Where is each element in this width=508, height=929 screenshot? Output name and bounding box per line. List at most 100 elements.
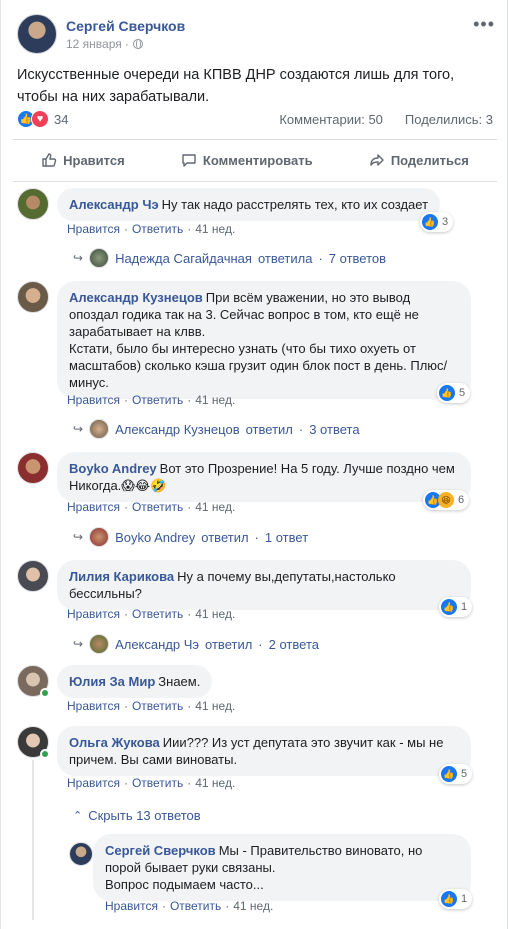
comment-button[interactable]: Комментировать xyxy=(181,152,313,168)
comment-time[interactable]: 41 нед. xyxy=(195,607,235,621)
comment-bubble: Boyko Andrey Вот это Прозрение! На 5 году… xyxy=(57,452,471,502)
comment-time[interactable]: 41 нед. xyxy=(195,393,235,407)
reply-text-continued: Вопрос подымаем часто... xyxy=(105,877,264,892)
divider-bottom xyxy=(13,181,497,182)
comment-like-link[interactable]: Нравится xyxy=(67,500,120,514)
author-block: Сергей Сверчков 12 января · xyxy=(66,18,185,51)
comment-actions: Нравится · Ответить · 41 нед. xyxy=(67,607,235,621)
comment-like-link[interactable]: Нравится xyxy=(67,222,120,236)
comment-author[interactable]: Александр Чэ xyxy=(69,197,159,212)
view-replies-link[interactable]: ↪ Александр Чэ ответил · 2 ответа xyxy=(73,634,319,654)
post-header: Сергей Сверчков 12 января · xyxy=(17,12,185,56)
reply-count: 2 ответа xyxy=(268,636,319,652)
comment-actions: Нравится · Ответить · 41 нед. xyxy=(67,500,235,514)
comment-avatar[interactable] xyxy=(17,452,49,484)
separator: · xyxy=(187,699,192,713)
comment-icon xyxy=(182,154,196,167)
like-reaction-icon: 👍 xyxy=(439,385,455,401)
post-date[interactable]: 12 января xyxy=(66,37,122,51)
reply-time[interactable]: 41 нед. xyxy=(233,899,273,913)
like-button-label: Нравится xyxy=(63,152,125,168)
comment-text: Знаем. xyxy=(158,674,201,689)
hide-replies-label: Скрыть 13 ответов xyxy=(88,808,201,823)
comment-reactions[interactable]: 👍 5 xyxy=(439,764,473,784)
comment-author[interactable]: Александр Кузнецов xyxy=(69,290,203,305)
reply-arrow-icon: ↪ xyxy=(73,637,84,651)
post-card: Сергей Сверчков 12 января · ••• Искусств… xyxy=(0,0,508,929)
comment-reactions[interactable]: 👍 3 xyxy=(420,212,454,232)
comment-avatar[interactable] xyxy=(17,560,49,592)
comment-author[interactable]: Юлия За Мир xyxy=(69,674,155,689)
comment-reactions[interactable]: 👍 5 xyxy=(437,383,471,403)
comment-reaction-count: 3 xyxy=(442,216,449,228)
reaction-count[interactable]: 34 xyxy=(54,112,68,127)
separator: · xyxy=(187,607,192,621)
separator: · xyxy=(187,222,192,236)
comment-reply-link[interactable]: Ответить xyxy=(132,500,183,514)
love-reaction-icon[interactable]: ♥ xyxy=(31,110,49,128)
comment-actions: Нравится · Ответить · 41 нед. xyxy=(67,393,235,407)
reply-like-link[interactable]: Нравится xyxy=(105,899,158,913)
reply-reply-link[interactable]: Ответить xyxy=(170,899,221,913)
view-replies-link[interactable]: ↪ Надежда Сагайдачная ответила · 7 ответ… xyxy=(73,248,386,268)
comment-reply-link[interactable]: Ответить xyxy=(132,699,183,713)
reply-avatar xyxy=(89,248,110,268)
reply-reactions[interactable]: 👍 1 xyxy=(439,889,473,909)
comment-avatar[interactable] xyxy=(17,281,49,313)
comment-author[interactable]: Boyko Andrey xyxy=(69,461,157,476)
reply-avatar xyxy=(89,419,110,439)
more-options-icon[interactable]: ••• xyxy=(473,14,495,35)
reply-author-avatar[interactable] xyxy=(69,842,93,866)
reply-count: 7 ответов xyxy=(328,250,387,266)
comment-reactions[interactable]: 👍 😆 6 xyxy=(423,490,470,510)
reply-author[interactable]: Сергей Сверчков xyxy=(105,843,216,858)
online-status-dot xyxy=(40,749,50,759)
separator: · xyxy=(123,500,128,514)
hide-replies-link[interactable]: ⌃ Скрыть 13 ответов xyxy=(73,808,201,823)
separator: · xyxy=(318,250,323,266)
reply-reaction-count: 1 xyxy=(461,893,468,905)
author-avatar[interactable] xyxy=(17,14,57,54)
reply-author: Александр Чэ xyxy=(115,636,200,652)
comment-time[interactable]: 41 нед. xyxy=(195,699,235,713)
comment-reply-link[interactable]: Ответить xyxy=(132,393,183,407)
comment-author[interactable]: Ольга Жукова xyxy=(69,735,160,750)
thread-line xyxy=(32,760,34,920)
shares-count[interactable]: Поделились: 3 xyxy=(405,112,493,127)
post-text: Искусственные очереди на КПВВ ДНР создаю… xyxy=(17,67,455,105)
reply-arrow-icon: ↪ xyxy=(73,251,84,265)
comment-like-link[interactable]: Нравится xyxy=(67,393,120,407)
meta-separator: · xyxy=(124,36,129,51)
comment-time[interactable]: 41 нед. xyxy=(195,222,235,236)
online-status-dot xyxy=(40,688,50,698)
comment-author[interactable]: Лилия Карикова xyxy=(69,569,174,584)
comment-avatar[interactable] xyxy=(17,188,49,220)
comment-reply-link[interactable]: Ответить xyxy=(132,776,183,790)
comment-reaction-count: 1 xyxy=(461,601,468,613)
separator: · xyxy=(123,699,128,713)
comment-like-link[interactable]: Нравится xyxy=(67,607,120,621)
comment-reactions[interactable]: 👍 1 xyxy=(439,597,473,617)
comment-reaction-count: 5 xyxy=(459,387,466,399)
comment-reply-link[interactable]: Ответить xyxy=(132,607,183,621)
reply-arrow-icon: ↪ xyxy=(73,530,84,544)
view-replies-link[interactable]: ↪ Boyko Andrey ответил · 1 ответ xyxy=(73,527,308,547)
reply-verb: ответила xyxy=(257,250,313,266)
like-button[interactable]: Нравится xyxy=(41,152,125,168)
like-reaction-icon: 👍 xyxy=(441,599,457,615)
comment-actions: Нравится · Ответить · 41 нед. xyxy=(67,776,235,790)
view-replies-link[interactable]: ↪ Александр Кузнецов ответил · 3 ответа xyxy=(73,419,360,439)
comment-like-link[interactable]: Нравится xyxy=(67,776,120,790)
author-name[interactable]: Сергей Сверчков xyxy=(66,18,185,34)
reply-actions: Нравится · Ответить · 41 нед. xyxy=(105,899,273,913)
share-button[interactable]: Поделиться xyxy=(369,152,469,168)
reply-avatar xyxy=(89,634,110,654)
separator: · xyxy=(123,776,128,790)
comment-time[interactable]: 41 нед. xyxy=(195,776,235,790)
comment-time[interactable]: 41 нед. xyxy=(195,500,235,514)
comments-count[interactable]: Комментарии: 50 xyxy=(279,112,383,127)
comment-reply-link[interactable]: Ответить xyxy=(132,222,183,236)
reply-verb: ответил xyxy=(205,636,253,652)
comment-like-link[interactable]: Нравится xyxy=(67,699,120,713)
separator: · xyxy=(225,899,230,913)
